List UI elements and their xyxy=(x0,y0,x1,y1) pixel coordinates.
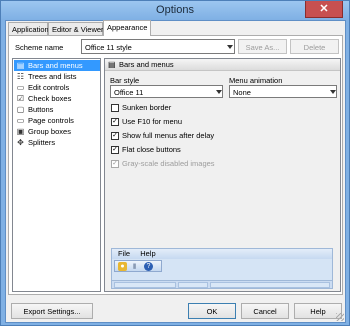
help-icon: ? xyxy=(144,262,153,271)
category-item-group-boxes[interactable]: ▣ Group boxes xyxy=(14,126,100,137)
category-label: Splitters xyxy=(28,138,56,147)
appearance-panel: Scheme name Office 11 style Save As... D… xyxy=(8,35,343,295)
category-label: Page controls xyxy=(28,116,74,125)
button-icon: ▢ xyxy=(16,105,25,114)
category-list[interactable]: ▤ Bars and menus ☷ Trees and lists ▭ Edi… xyxy=(12,58,101,292)
title-bar[interactable]: Options ✕ xyxy=(1,1,349,20)
category-item-bars-menus[interactable]: ▤ Bars and menus xyxy=(14,60,100,71)
checkbox-box[interactable]: ✓ xyxy=(111,118,119,126)
preview-status-bar xyxy=(112,280,332,288)
cancel-button[interactable]: Cancel xyxy=(241,303,289,319)
preview-menubar: File Help xyxy=(112,249,332,259)
tree-list-icon: ☷ xyxy=(16,72,25,81)
page-control-icon: ▭ xyxy=(16,116,25,125)
bar-style-select[interactable]: Office 11 xyxy=(110,85,223,98)
checkbox-label: Use F10 for menu xyxy=(122,117,183,126)
bars-menus-icon: ▤ xyxy=(108,60,116,69)
checkbox-box[interactable]: ✓ xyxy=(111,132,119,140)
tab-appearance-label: Appearance xyxy=(107,23,148,32)
checkbox-box[interactable] xyxy=(111,104,119,112)
checkbox-box: ✓ xyxy=(111,160,119,168)
checkbox-label: Flat close buttons xyxy=(122,145,181,154)
pane-header-title: Bars and menus xyxy=(119,60,174,69)
options-window: Options ✕ Application Editor & Viewers A… xyxy=(0,0,350,326)
menu-animation-value: None xyxy=(233,88,251,97)
group-box-icon: ▣ xyxy=(16,127,25,136)
save-icon: ▮ xyxy=(132,263,137,270)
category-item-edit-controls[interactable]: ▭ Edit controls xyxy=(14,82,100,93)
preview-menu-help: Help xyxy=(140,249,156,258)
check-box-icon: ☑ xyxy=(16,94,25,103)
status-panel xyxy=(114,282,176,288)
open-folder-icon: ● xyxy=(118,262,127,271)
chevron-down-icon[interactable] xyxy=(213,86,222,97)
tab-appearance[interactable]: Appearance xyxy=(103,20,151,36)
tab-editor-viewers[interactable]: Editor & Viewers xyxy=(48,22,107,35)
export-settings-button[interactable]: Export Settings... xyxy=(11,303,93,319)
ok-button[interactable]: OK xyxy=(188,303,236,319)
use-f10-checkbox[interactable]: ✓ Use F10 for menu xyxy=(111,117,182,127)
tab-application[interactable]: Application xyxy=(8,22,49,35)
scheme-name-label: Scheme name xyxy=(15,43,64,52)
settings-pane: ▤ Bars and menus Bar style Office 11 Men… xyxy=(104,58,341,292)
category-item-page-controls[interactable]: ▭ Page controls xyxy=(14,115,100,126)
chevron-down-icon[interactable] xyxy=(327,86,336,97)
category-item-check-boxes[interactable]: ☑ Check boxes xyxy=(14,93,100,104)
preview-menu-file: File xyxy=(118,249,131,258)
resize-grip-icon[interactable] xyxy=(336,313,344,321)
close-button[interactable]: ✕ xyxy=(305,1,343,18)
preview-toolbar: ● ▮ ? xyxy=(114,260,162,272)
edit-control-icon: ▭ xyxy=(16,83,25,92)
scheme-name-value: Office 11 style xyxy=(85,43,132,52)
category-item-trees-lists[interactable]: ☷ Trees and lists xyxy=(14,71,100,82)
checkbox-box[interactable]: ✓ xyxy=(111,146,119,154)
category-item-buttons[interactable]: ▢ Buttons xyxy=(14,104,100,115)
show-full-menus-checkbox[interactable]: ✓ Show full menus after delay xyxy=(111,131,214,141)
category-label: Edit controls xyxy=(28,83,70,92)
checkbox-label: Show full menus after delay xyxy=(122,131,215,140)
save-as-button[interactable]: Save As... xyxy=(238,39,287,54)
splitter-icon: ✥ xyxy=(17,138,24,147)
style-preview: File Help ● ▮ ? xyxy=(111,248,333,289)
category-label: Buttons xyxy=(28,105,54,114)
tab-strip: Application Editor & Viewers Appearance xyxy=(8,20,344,36)
menu-animation-label: Menu animation xyxy=(229,76,283,85)
bar-style-value: Office 11 xyxy=(114,88,144,97)
delete-button[interactable]: Delete xyxy=(290,39,339,54)
status-panel xyxy=(178,282,208,288)
client-area: Application Editor & Viewers Appearance … xyxy=(5,20,346,323)
category-item-splitters[interactable]: ✥ Splitters xyxy=(14,137,100,148)
tab-application-label: Application xyxy=(12,25,49,34)
pane-header: ▤ Bars and menus xyxy=(105,59,340,71)
window-title: Options xyxy=(156,4,194,16)
category-label: Bars and menus xyxy=(28,61,83,70)
grayscale-images-checkbox: ✓ Gray-scale disabled images xyxy=(111,159,215,169)
sunken-border-checkbox[interactable]: Sunken border xyxy=(111,103,171,113)
scheme-name-select[interactable]: Office 11 style xyxy=(81,39,235,54)
bars-menus-icon: ▤ xyxy=(16,61,25,70)
menu-animation-select[interactable]: None xyxy=(229,85,337,98)
close-icon: ✕ xyxy=(319,3,329,15)
help-button[interactable]: Help xyxy=(294,303,342,319)
checkbox-label: Gray-scale disabled images xyxy=(122,159,215,168)
category-label: Check boxes xyxy=(28,94,72,103)
chevron-down-icon[interactable] xyxy=(223,40,234,53)
bar-style-label: Bar style xyxy=(110,76,140,85)
checkbox-label: Sunken border xyxy=(122,103,172,112)
status-panel xyxy=(210,282,330,288)
category-label: Trees and lists xyxy=(28,72,77,81)
tab-editor-viewers-label: Editor & Viewers xyxy=(52,25,108,34)
flat-close-buttons-checkbox[interactable]: ✓ Flat close buttons xyxy=(111,145,181,155)
category-label: Group boxes xyxy=(28,127,71,136)
